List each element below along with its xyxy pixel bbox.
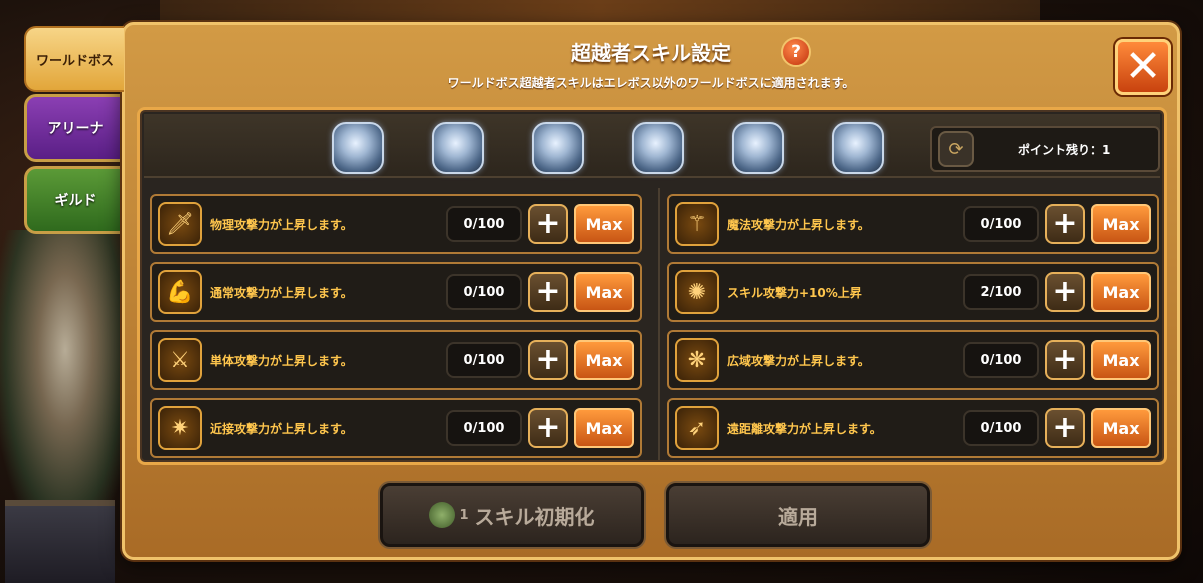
tab-arena[interactable]: アリーナ — [24, 94, 124, 162]
skill-row: ✷ 近接攻撃力が上昇します。 0/100 + Max — [150, 398, 642, 458]
plus-button[interactable]: + — [528, 340, 568, 380]
plus-button[interactable]: + — [1045, 204, 1085, 244]
max-button[interactable]: Max — [574, 340, 634, 380]
close-button[interactable]: ✕ — [1115, 39, 1171, 95]
apply-button[interactable]: 適用 — [666, 483, 930, 547]
skill-row: ✺ スキル攻撃力+10%上昇 2/100 + Max — [667, 262, 1159, 322]
plus-button[interactable]: + — [528, 204, 568, 244]
max-button[interactable]: Max — [574, 408, 634, 448]
max-button[interactable]: Max — [574, 272, 634, 312]
skill-row: 💪 通常攻撃力が上昇します。 0/100 + Max — [150, 262, 642, 322]
dialog-title: 超越者スキル設定 — [571, 41, 731, 65]
max-button[interactable]: Max — [1091, 272, 1151, 312]
skill-name: 単体攻撃力が上昇します。 — [210, 354, 353, 368]
background-top-hud — [160, 0, 1040, 22]
skill-value: 0/100 — [963, 342, 1039, 378]
skill-row: ⚚ 魔法攻撃力が上昇します。 0/100 + Max — [667, 194, 1159, 254]
arm-icon: 💪 — [158, 270, 202, 314]
skill-panel: ⟳ ポイント残り：1 🗡 物理攻撃力が上昇します。 0/100 + Max 💪 … — [137, 107, 1167, 465]
skill-reset-button[interactable]: 1 スキル初期化 — [380, 483, 644, 547]
skill-name: 広域攻撃力が上昇します。 — [727, 354, 870, 368]
skill-name: 通常攻撃力が上昇します。 — [210, 286, 353, 300]
lion-boss-icon[interactable] — [332, 122, 384, 174]
background-character — [0, 230, 130, 530]
tab-world-boss[interactable]: ワールドボス — [24, 26, 124, 92]
reset-cost: 1 — [459, 507, 469, 523]
horned-boss-icon[interactable] — [832, 122, 884, 174]
skill-value: 0/100 — [963, 410, 1039, 446]
dialog-subtitle: ワールドボス超越者スキルはエレボス以外のワールドボスに適用されます。 — [447, 76, 855, 90]
staff-icon: ⚚ — [675, 202, 719, 246]
plus-button[interactable]: + — [528, 272, 568, 312]
skill-row: ➶ 遠距離攻撃力が上昇します。 0/100 + Max — [667, 398, 1159, 458]
skill-value: 2/100 — [963, 274, 1039, 310]
skill-name: スキル攻撃力+10%上昇 — [727, 286, 862, 300]
skill-row: ⚔ 単体攻撃力が上昇します。 0/100 + Max — [150, 330, 642, 390]
reset-label: スキル初期化 — [474, 504, 595, 529]
points-label: ポイント残り：1 — [1018, 142, 1111, 157]
skill-name: 遠距離攻撃力が上昇します。 — [727, 422, 882, 436]
reaper-boss-icon[interactable] — [732, 122, 784, 174]
background-building — [5, 500, 115, 583]
skill-name: 近接攻撃力が上昇します。 — [210, 422, 353, 436]
help-button[interactable]: ? — [781, 37, 811, 67]
max-button[interactable]: Max — [574, 204, 634, 244]
plus-button[interactable]: + — [1045, 408, 1085, 448]
skill-icon: ✺ — [675, 270, 719, 314]
skill-name: 魔法攻撃力が上昇します。 — [727, 218, 870, 232]
skill-value: 0/100 — [963, 206, 1039, 242]
skill-row: 🗡 物理攻撃力が上昇します。 0/100 + Max — [150, 194, 642, 254]
skill-value: 0/100 — [446, 206, 522, 242]
column-divider — [658, 188, 660, 460]
dragon-boss-icon[interactable] — [532, 122, 584, 174]
reset-item-icon — [429, 502, 456, 528]
points-remaining: ⟳ ポイント残り：1 — [930, 126, 1160, 172]
skill-value: 0/100 — [446, 410, 522, 446]
sword-icon: 🗡 — [158, 202, 202, 246]
boss-bar: ⟳ ポイント残り：1 — [144, 114, 1160, 178]
max-button[interactable]: Max — [1091, 408, 1151, 448]
tab-guild[interactable]: ギルド — [24, 166, 124, 234]
helm-boss-icon[interactable] — [432, 122, 484, 174]
skill-row: ❋ 広域攻撃力が上昇します。 0/100 + Max — [667, 330, 1159, 390]
plus-button[interactable]: + — [528, 408, 568, 448]
plus-button[interactable]: + — [1045, 272, 1085, 312]
area-icon: ❋ — [675, 338, 719, 382]
single-target-icon: ⚔ — [158, 338, 202, 382]
apply-label: 適用 — [778, 504, 818, 529]
skill-value: 0/100 — [446, 274, 522, 310]
skill-value: 0/100 — [446, 342, 522, 378]
max-button[interactable]: Max — [1091, 340, 1151, 380]
max-button[interactable]: Max — [1091, 204, 1151, 244]
skill-settings-dialog: 超越者スキル設定 ? ワールドボス超越者スキルはエレボス以外のワールドボスに適用… — [122, 22, 1180, 560]
bow-icon: ➶ — [675, 406, 719, 450]
skill-name: 物理攻撃力が上昇します。 — [210, 218, 353, 232]
plus-button[interactable]: + — [1045, 340, 1085, 380]
golem-boss-icon[interactable] — [632, 122, 684, 174]
melee-icon: ✷ — [158, 406, 202, 450]
refresh-icon: ⟳ — [938, 131, 974, 167]
